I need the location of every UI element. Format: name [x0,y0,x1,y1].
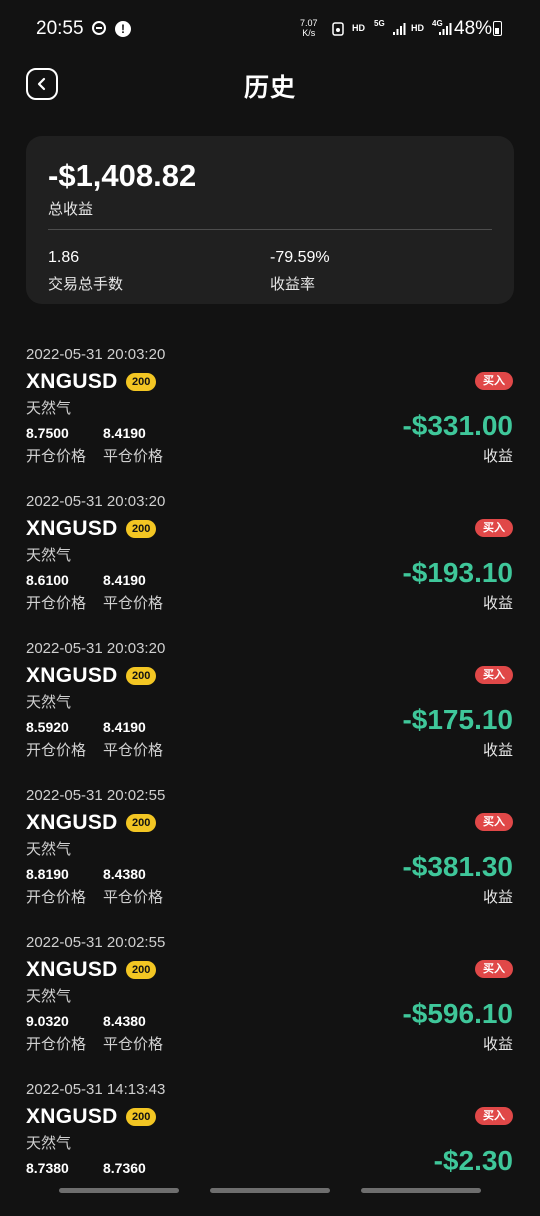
nav-recents-bar[interactable] [59,1188,179,1193]
signal-icon-2 [439,23,452,35]
trade-datetime: 2022-05-31 14:13:43 [26,1081,166,1098]
nav-home-bar[interactable] [210,1188,330,1193]
trade-item[interactable]: 2022-05-31 20:03:20 XNGUSD 200 天然气 8.610… [0,481,540,628]
close-price-label: 平仓价格 [103,742,164,759]
open-price: 9.0320 [26,1013,69,1029]
trade-pnl-label: 收益 [482,742,513,759]
instrument-name: 天然气 [26,1135,72,1152]
trade-pnl: -$596.10 [402,998,513,1029]
vpn-key-icon [332,22,344,36]
trade-symbol: XNGUSD [26,370,118,393]
open-price-label: 开仓价格 [26,448,87,465]
trade-datetime: 2022-05-31 20:02:55 [26,934,166,951]
signal-icon [393,23,406,35]
close-price-label: 平仓价格 [103,1036,164,1053]
trade-pnl-label: 收益 [482,595,513,612]
side-badge: 买入 [475,519,513,537]
network-speed: 7.07 K/s [300,18,318,38]
page-title: 历史 [243,74,296,102]
leverage-badge: 200 [126,1108,157,1126]
trade-pnl: -$2.30 [433,1145,513,1176]
open-price-label: 开仓价格 [26,595,87,612]
status-bar: 20:55 ! 7.07 K/s HD 5G HD 4G 48% [0,0,540,60]
side-badge: 买入 [475,666,513,684]
instrument-name: 天然气 [26,841,72,858]
trade-pnl: -$175.10 [402,704,513,735]
trade-symbol: XNGUSD [26,811,118,834]
trade-symbol: XNGUSD [26,517,118,540]
close-price: 8.4190 [103,572,146,588]
trade-datetime: 2022-05-31 20:03:20 [26,493,166,510]
battery-percent: 48% [454,18,493,39]
divider [48,229,492,230]
side-badge: 买入 [475,813,513,831]
trade-pnl: -$193.10 [402,557,513,588]
open-price: 8.7380 [26,1160,69,1176]
instrument-name: 天然气 [26,547,72,564]
open-price-label: 开仓价格 [26,889,87,906]
trade-datetime: 2022-05-31 20:02:55 [26,787,166,804]
status-time: 20:55 [36,18,84,39]
close-price-label: 平仓价格 [103,889,164,906]
trade-pnl: -$381.30 [402,851,513,882]
do-not-disturb-icon [92,21,106,35]
open-price-label: 开仓价格 [26,742,87,759]
close-price: 8.4380 [103,1013,146,1029]
trade-datetime: 2022-05-31 20:03:20 [26,346,166,363]
trade-pnl: -$331.00 [402,410,513,441]
trade-pnl-label: 收益 [482,1036,513,1053]
trade-history-list: 2022-05-31 20:03:20 XNGUSD 200 天然气 8.750… [0,334,540,1216]
side-badge: 买入 [475,1107,513,1125]
trade-item[interactable]: 2022-05-31 20:03:20 XNGUSD 200 天然气 8.592… [0,628,540,775]
close-price: 8.7360 [103,1160,146,1176]
hd-indicator: HD [352,23,365,33]
instrument-name: 天然气 [26,400,72,417]
total-lots-label: 交易总手数 [48,276,124,293]
gesture-nav-bar [0,1180,540,1200]
open-price: 8.8190 [26,866,69,882]
side-badge: 买入 [475,960,513,978]
open-price: 8.7500 [26,425,69,441]
leverage-badge: 200 [126,373,157,391]
instrument-name: 天然气 [26,694,72,711]
open-price-label: 开仓价格 [26,1036,87,1053]
side-badge: 买入 [475,372,513,390]
hd-indicator-2: HD [411,23,424,33]
trade-item[interactable]: 2022-05-31 20:02:55 XNGUSD 200 天然气 8.819… [0,775,540,922]
open-price: 8.5920 [26,719,69,735]
close-price: 8.4380 [103,866,146,882]
trade-pnl-label: 收益 [482,889,513,906]
battery-icon [493,21,502,36]
leverage-badge: 200 [126,667,157,685]
close-price-label: 平仓价格 [103,595,164,612]
close-price: 8.4190 [103,719,146,735]
summary-card: -$1,408.82 总收益 1.86 交易总手数 -79.59% 收益率 [26,136,514,304]
total-lots: 1.86 [48,249,80,266]
trade-symbol: XNGUSD [26,1105,118,1128]
trade-pnl-label: 收益 [482,448,513,465]
trade-symbol: XNGUSD [26,664,118,687]
return-rate-label: 收益率 [270,276,316,293]
open-price: 8.6100 [26,572,69,588]
trade-item[interactable]: 2022-05-31 20:03:20 XNGUSD 200 天然气 8.750… [0,334,540,481]
trade-datetime: 2022-05-31 20:03:20 [26,640,166,657]
nav-back-bar[interactable] [361,1188,481,1193]
instrument-name: 天然气 [26,988,72,1005]
leverage-badge: 200 [126,961,157,979]
trade-symbol: XNGUSD [26,958,118,981]
total-pnl-label: 总收益 [48,201,94,218]
trade-item[interactable]: 2022-05-31 20:02:55 XNGUSD 200 天然气 9.032… [0,922,540,1069]
return-rate: -79.59% [270,249,330,266]
leverage-badge: 200 [126,814,157,832]
close-price: 8.4190 [103,425,146,441]
close-price-label: 平仓价格 [103,448,164,465]
leverage-badge: 200 [126,520,157,538]
network-5g: 5G [374,19,385,28]
alert-icon: ! [115,21,131,37]
total-pnl: -$1,408.82 [48,158,197,193]
